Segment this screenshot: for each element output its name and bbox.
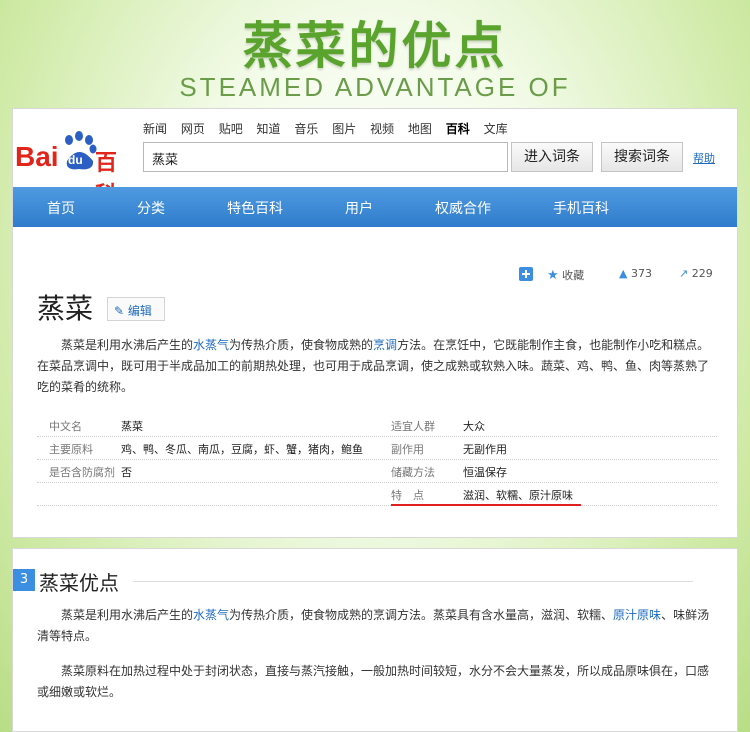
banner-subtitle: STEAMED ADVANTAGE OF [179, 72, 571, 102]
info-key: 中文名 [49, 420, 82, 433]
nav-category[interactable]: 分类 [137, 198, 165, 218]
top-nav-web[interactable]: 网页 [181, 122, 205, 136]
nav-home[interactable]: 首页 [47, 198, 75, 218]
top-nav-video[interactable]: 视频 [370, 122, 394, 136]
banner-title: 蒸菜的优点 [242, 17, 508, 75]
edit-button[interactable]: ✎ 编辑 [107, 297, 165, 321]
nav-user[interactable]: 用户 [345, 198, 373, 218]
info-value: 恒温保存 [463, 466, 507, 479]
logo-bai: Bai [15, 141, 59, 172]
infobox-row: 中文名 蒸菜 适宜人群 大众 [37, 414, 717, 437]
info-key: 适宜人群 [391, 420, 435, 433]
baike-page-panel: Bai du 百科 新闻 网页 贴吧 知道 音乐 图片 视频 地图 百科 文库 … [12, 108, 738, 538]
collect-button[interactable]: ★ 收藏 [547, 267, 584, 283]
info-key: 特 点 [391, 489, 424, 502]
thumbs-up-icon: ▲ [619, 267, 628, 280]
info-value: 鸡、鸭、冬瓜、南瓜，豆腐，虾、蟹，猪肉，鲍鱼 [121, 443, 363, 456]
main-nav-bar: 首页 分类 特色百科 用户 权威合作 手机百科 [13, 187, 737, 227]
star-icon: ★ [547, 268, 559, 283]
help-link[interactable]: 帮助 [693, 150, 715, 166]
share-button[interactable]: ↗ 229 [679, 267, 713, 280]
info-key: 主要原料 [49, 443, 93, 456]
link-water-vapor[interactable]: 水蒸气 [193, 608, 229, 622]
top-nav-music[interactable]: 音乐 [294, 122, 318, 136]
share-icon: ↗ [679, 267, 689, 280]
entry-intro: 蒸菜是利用水沸后产生的水蒸气为传热介质，使食物成熟的烹调方法。在烹饪中，它既能制… [37, 335, 717, 398]
info-key: 副作用 [391, 443, 424, 456]
section-text-b: 为传热介质，使食物成熟的烹调方法。蒸菜具有含水量高，滋润、软糯、 [229, 608, 614, 622]
section-number: 3 [13, 569, 35, 591]
info-value: 否 [121, 466, 132, 479]
edit-label: 编辑 [127, 304, 152, 318]
infobox-row: 主要原料 鸡、鸭、冬瓜、南瓜，豆腐，虾、蟹，猪肉，鲍鱼 副作用 无副作用 [37, 437, 717, 460]
like-button[interactable]: ▲ 373 [619, 267, 652, 280]
section-paragraph-2: 蒸菜原料在加热过程中处于封闭状态，直接与蒸汽接触，一般加热时间较短，水分不会大量… [37, 664, 710, 699]
like-count: 373 [630, 267, 652, 280]
search-input[interactable]: 蒸菜 [143, 142, 508, 172]
top-nav: 新闻 网页 贴吧 知道 音乐 图片 视频 地图 百科 文库 [143, 120, 518, 137]
top-nav-wenku[interactable]: 文库 [484, 122, 508, 136]
top-nav-images[interactable]: 图片 [332, 122, 356, 136]
nav-partners[interactable]: 权威合作 [435, 198, 491, 218]
share-count: 229 [691, 267, 713, 280]
section-divider [133, 581, 693, 582]
infobox-row: 特 点 滋润、软糯、原汁原味 [37, 483, 717, 506]
intro-text-a: 蒸菜是利用水沸后产生的 [61, 338, 194, 352]
info-value: 大众 [463, 420, 485, 433]
link-original-flavor[interactable]: 原汁原味 [613, 608, 661, 622]
infobox-row: 是否含防腐剂 否 储藏方法 恒温保存 [37, 460, 717, 483]
top-nav-map[interactable]: 地图 [408, 122, 432, 136]
enter-entry-button[interactable]: 进入词条 [511, 142, 593, 172]
baidu-baike-logo[interactable]: Bai du 百科 [15, 131, 133, 207]
section-panel: 3 蒸菜优点 蒸菜是利用水沸后产生的水蒸气为传热介质，使食物成熟的烹调方法。蒸菜… [12, 548, 738, 732]
link-cooking[interactable]: 烹调 [373, 338, 397, 352]
top-nav-news[interactable]: 新闻 [143, 122, 167, 136]
top-nav-baike[interactable]: 百科 [446, 122, 470, 136]
search-entry-button[interactable]: 搜索词条 [601, 142, 683, 172]
top-nav-zhidao[interactable]: 知道 [257, 122, 281, 136]
info-key: 储藏方法 [391, 466, 435, 479]
logo-du: du [68, 153, 83, 167]
info-value: 无副作用 [463, 443, 507, 456]
info-value: 滋润、软糯、原汁原味 [463, 489, 573, 502]
top-nav-tieba[interactable]: 贴吧 [219, 122, 243, 136]
pencil-icon: ✎ [114, 304, 125, 318]
info-value: 蒸菜 [121, 420, 143, 433]
nav-mobile[interactable]: 手机百科 [553, 198, 609, 218]
collect-label: 收藏 [562, 269, 585, 282]
intro-text-b: 为传热介质，使食物成熟的 [229, 338, 374, 352]
section-text-a: 蒸菜是利用水沸后产生的 [61, 608, 194, 622]
link-water-vapor[interactable]: 水蒸气 [193, 338, 229, 352]
entry-title: 蒸菜 [37, 292, 94, 325]
highlight-underline [391, 504, 581, 506]
section-paragraph-1: 蒸菜是利用水沸后产生的水蒸气为传热介质，使食物成熟的烹调方法。蒸菜具有含水量高，… [37, 605, 717, 647]
nav-featured[interactable]: 特色百科 [227, 198, 283, 218]
add-icon[interactable] [519, 267, 533, 284]
section-title: 蒸菜优点 [39, 571, 119, 595]
info-key: 是否含防腐剂 [49, 466, 115, 479]
